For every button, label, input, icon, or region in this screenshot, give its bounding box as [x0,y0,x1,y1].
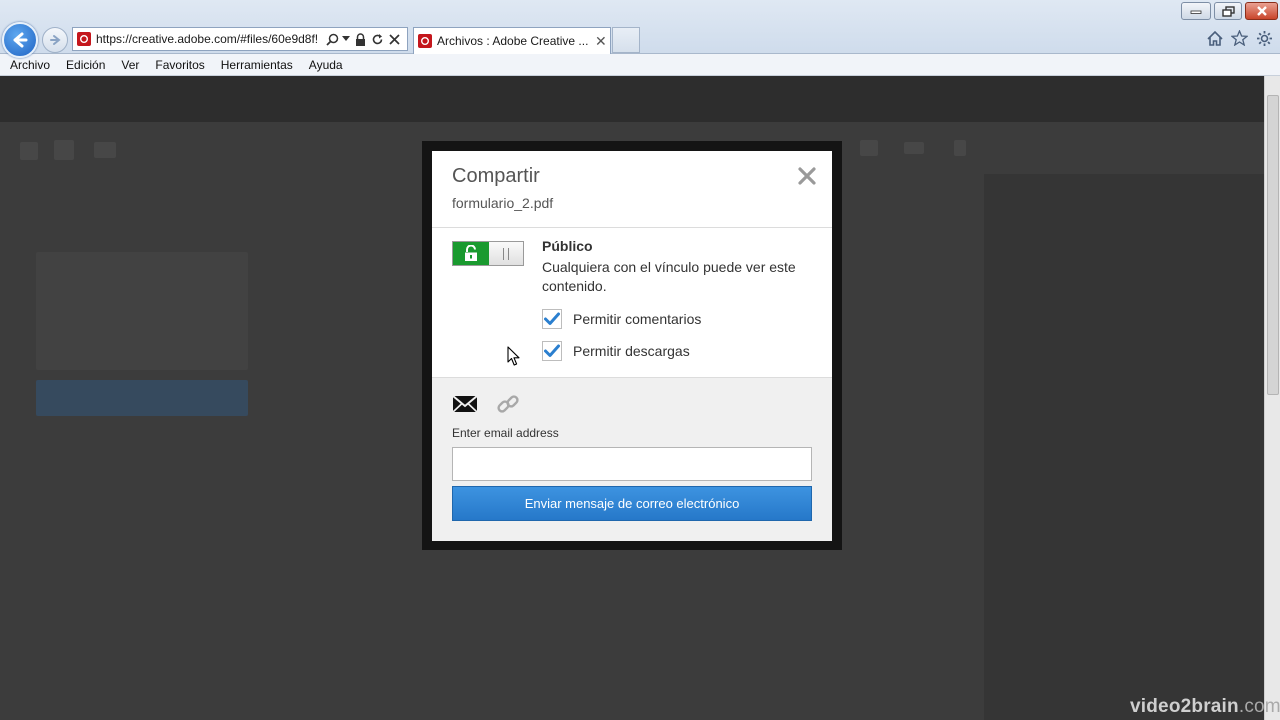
address-url[interactable]: https://creative.adobe.com/#files/60e9d8… [96,32,322,46]
file-card-bar-placeholder [36,380,248,416]
send-email-button[interactable]: Enviar mensaje de correo electrónico [452,486,812,521]
toggle-on-state [453,242,489,265]
toolbar-placeholder [954,140,966,156]
toggle-knob[interactable] [489,242,523,265]
email-field-label: Enter email address [452,426,559,440]
allow-comments-checkbox[interactable] [542,309,562,329]
share-dialog: Compartir formulario_2.pdf Público Cualq… [432,151,832,541]
scrollbar-thumb[interactable] [1267,95,1279,395]
close-dialog-button[interactable] [796,165,818,187]
arrow-left-icon [13,32,28,48]
public-toggle[interactable] [452,241,524,266]
close-icon [798,167,816,185]
dropdown-arrow-icon[interactable] [342,32,350,46]
menu-archivo[interactable]: Archivo [10,58,50,72]
menu-ver[interactable]: Ver [121,58,139,72]
stop-icon[interactable] [387,32,401,46]
toolbar-placeholder [54,140,74,160]
allow-comments-label[interactable]: Permitir comentarios [573,311,701,327]
tab-archivos[interactable]: Archivos : Adobe Creative ... ✕ [413,27,611,54]
lock-icon[interactable] [353,32,367,46]
adobe-favicon-icon [77,32,91,46]
tab-title: Archivos : Adobe Creative ... [437,34,589,48]
menu-favoritos[interactable]: Favoritos [155,58,204,72]
close-icon [1256,6,1267,16]
dialog-filename: formulario_2.pdf [452,195,554,211]
unlock-icon [465,245,477,261]
favorites-star-icon[interactable] [1229,28,1249,48]
address-bar[interactable]: https://creative.adobe.com/#files/60e9d8… [72,27,408,51]
right-panel-placeholder [984,174,1264,720]
toolbar-placeholder [904,142,924,154]
link-icon[interactable] [496,392,520,416]
restore-icon [1221,5,1235,17]
home-icon[interactable] [1205,28,1225,48]
adobe-favicon-icon [418,34,432,48]
mouse-cursor-icon [507,346,520,366]
menu-herramientas[interactable]: Herramientas [221,58,293,72]
allow-downloads-row[interactable]: Permitir descargas [542,341,690,361]
forward-button[interactable] [42,27,68,53]
visibility-description: Cualquiera con el vínculo puede ver este… [542,259,796,294]
arrow-right-icon [50,35,61,45]
page-scrollbar[interactable] [1264,76,1280,720]
toolbar-placeholder [860,140,878,156]
toolbar-placeholder [20,142,38,160]
watermark-suffix: .com [1238,696,1280,717]
allow-comments-row[interactable]: Permitir comentarios [542,309,701,329]
search-icon[interactable] [325,32,339,46]
page-header [0,76,1264,122]
allow-downloads-checkbox[interactable] [542,341,562,361]
restore-button[interactable] [1214,2,1242,20]
header-divider [432,227,832,228]
menu-ayuda[interactable]: Ayuda [309,58,343,72]
menu-edicion[interactable]: Edición [66,58,105,72]
toolbar-placeholder [94,142,116,158]
new-tab-button[interactable] [612,27,640,53]
menu-bar: Archivo Edición Ver Favoritos Herramient… [0,54,1280,76]
allow-downloads-label[interactable]: Permitir descargas [573,343,690,359]
dialog-title: Compartir [452,165,540,187]
minimize-icon [1190,10,1202,14]
email-field[interactable] [452,447,812,481]
checkmark-icon [544,312,560,325]
file-card-placeholder [36,252,248,370]
checkmark-icon [544,344,560,357]
settings-gear-icon[interactable] [1254,28,1274,48]
watermark-brand: video2brain [1130,696,1239,717]
close-tab-icon[interactable]: ✕ [595,34,607,48]
email-icon[interactable] [452,394,478,414]
watermark-logo: video2brain.com [1130,696,1280,718]
close-window-button[interactable] [1245,2,1278,20]
browser-chrome: https://creative.adobe.com/#files/60e9d8… [0,0,1280,58]
visibility-label: Público [542,238,593,254]
share-section: Enter email address Enviar mensaje de co… [432,377,832,541]
refresh-icon[interactable] [370,32,384,46]
back-button[interactable] [2,22,38,58]
minimize-button[interactable] [1181,2,1211,20]
